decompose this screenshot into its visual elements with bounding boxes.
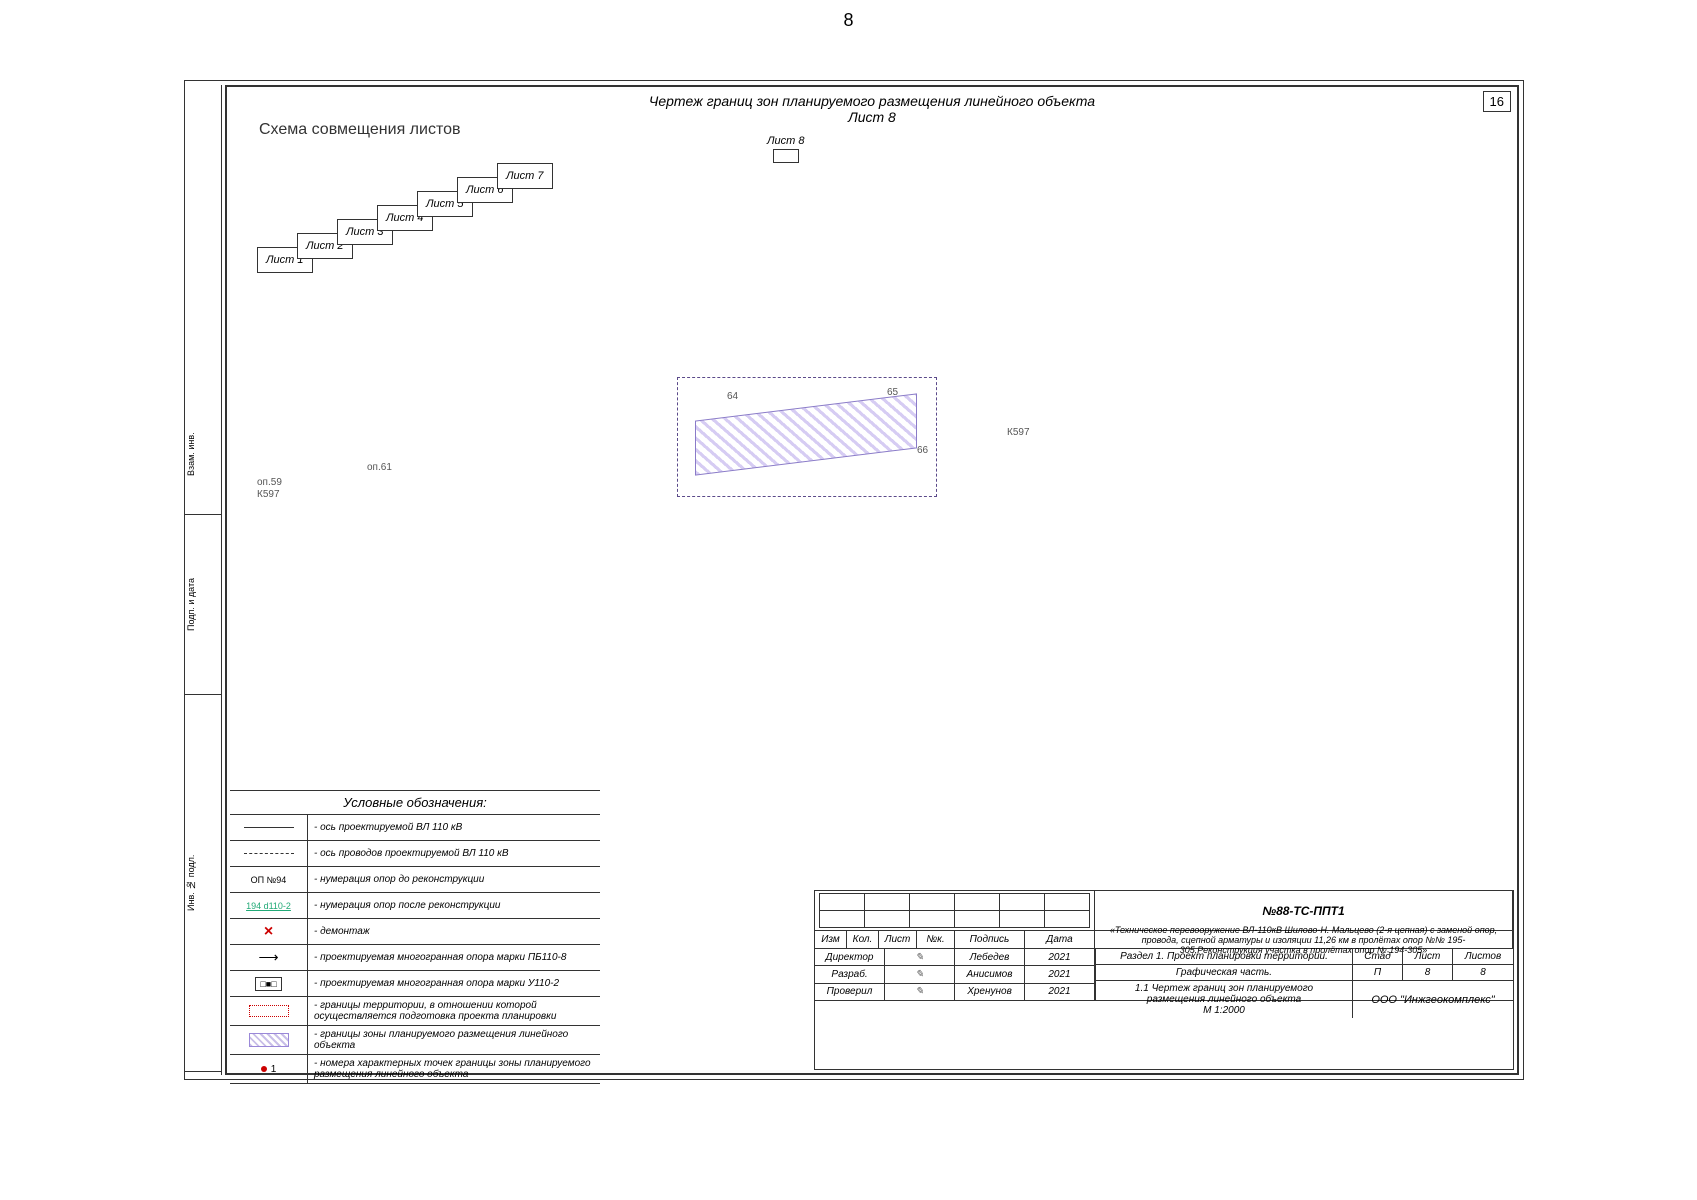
signature: ✎: [885, 984, 955, 1000]
role-year: 2021: [1025, 949, 1095, 965]
legend-rows: - ось проектируемой ВЛ 110 кВ- ось прово…: [230, 815, 600, 1084]
drawing-sheet: Взам. инв. Подп. и дата Инв. № подл. 16 …: [184, 80, 1524, 1080]
legend-row: □■□- проектируемая многогранная опора ма…: [230, 971, 600, 997]
rev-header: Изм: [815, 931, 847, 948]
legend-description: - ось проектируемой ВЛ 110 кВ: [308, 815, 600, 840]
signature: ✎: [885, 949, 955, 965]
support-label: К597: [257, 489, 280, 500]
object-description: «Техническое перевооружение ВЛ-110кВ Шил…: [1095, 931, 1513, 948]
scale: М 1:2000: [1203, 1005, 1245, 1016]
legend-row: ⟶- проектируемая многогранная опора марк…: [230, 945, 600, 971]
legend-symbol: [230, 815, 308, 840]
page-number: 8: [843, 10, 853, 31]
node-number: 65: [887, 387, 898, 398]
legend-symbol: 1: [230, 1055, 308, 1083]
rev-header: Подпись: [955, 931, 1025, 948]
legend-symbol: □■□: [230, 971, 308, 996]
legend-symbol: 194 d110-2: [230, 893, 308, 918]
legend-description: - номера характерных точек границы зоны …: [308, 1055, 600, 1083]
legend-symbol: [230, 1026, 308, 1054]
node-number: 66: [917, 445, 928, 456]
node-number: 64: [727, 391, 738, 402]
sheets-value: 8: [1453, 965, 1513, 980]
support-label: оп.61: [367, 462, 392, 473]
legend-row: - ось проектируемой ВЛ 110 кВ: [230, 815, 600, 841]
col-header: Листов: [1453, 949, 1513, 964]
drawing-title: Чертеж границ зон планируемого размещени…: [227, 93, 1517, 109]
legend-symbol: [230, 997, 308, 1025]
legend-title: Условные обозначения:: [230, 791, 600, 815]
drawing-name: размещения линейного объекта: [1147, 994, 1301, 1005]
legend-description: - проектируемая многогранная опора марки…: [308, 945, 600, 970]
rev-header: №к.: [917, 931, 955, 948]
section-title: Раздел 1. Проект планировки территории.: [1096, 949, 1353, 964]
chain-box: Лист 7: [497, 163, 553, 189]
section-sub: Графическая часть.: [1096, 965, 1353, 980]
col-header: Лист: [1403, 949, 1453, 964]
legend-row: 194 d110-2- нумерация опор после реконст…: [230, 893, 600, 919]
role-name: Лебедев: [955, 949, 1025, 965]
legend-description: - ось проводов проектируемой ВЛ 110 кВ: [308, 841, 600, 866]
side-tab: Взам. инв.: [184, 395, 222, 515]
legend-description: - границы территории, в отношении которо…: [308, 997, 600, 1025]
legend-row: 1- номера характерных точек границы зоны…: [230, 1055, 600, 1084]
legend-description: - проектируемая многогранная опора марки…: [308, 971, 600, 996]
support-label: оп.59: [257, 477, 282, 488]
plan-area: оп.59 К597 оп.61 64 65 66 К597: [247, 367, 1497, 567]
legend-symbol: ОП №94: [230, 867, 308, 892]
drawing-name: 1.1 Чертеж границ зон планируемого: [1135, 983, 1313, 994]
legend-symbol: ×: [230, 919, 308, 944]
signature: ✎: [885, 966, 955, 982]
title-block: №88-ТС-ППТ1 Изм Кол. Лист №к. Подпись Да…: [814, 890, 1514, 1070]
legend: Условные обозначения: - ось проектируемо…: [230, 790, 600, 1070]
legend-row: ОП №94- нумерация опор до реконструкции: [230, 867, 600, 893]
legend-description: - нумерация опор до реконструкции: [308, 867, 600, 892]
support-label: К597: [1007, 427, 1030, 438]
side-tab: Инв. № подл.: [184, 695, 222, 1072]
legend-row: - ось проводов проектируемой ВЛ 110 кВ: [230, 841, 600, 867]
role-label: Проверил: [815, 984, 885, 1000]
legend-symbol: ⟶: [230, 945, 308, 970]
rev-header: Кол.: [847, 931, 879, 948]
legend-symbol: [230, 841, 308, 866]
sheet-chain: Лист 1 Лист 2 Лист 3 Лист 4 Лист 5 Лист …: [257, 157, 577, 277]
role-label: Директор: [815, 949, 885, 965]
legend-description: - границы зоны планируемого размещения л…: [308, 1026, 600, 1054]
stage-value: П: [1353, 965, 1403, 980]
current-sheet-indicator: Лист 8: [767, 135, 805, 163]
side-tab: Подп. и дата: [184, 515, 222, 695]
rev-header: Дата: [1025, 931, 1095, 948]
role-name: Анисимов: [955, 966, 1025, 982]
legend-description: - нумерация опор после реконструкции: [308, 893, 600, 918]
legend-row: - границы зоны планируемого размещения л…: [230, 1026, 600, 1055]
company-name: ООО "Инжгеокомплекс": [1353, 981, 1513, 1018]
scheme-title: Схема совмещения листов: [259, 121, 461, 139]
legend-row: - границы территории, в отношении которо…: [230, 997, 600, 1026]
role-name: Хренунов: [955, 984, 1025, 1000]
role-year: 2021: [1025, 966, 1095, 982]
sheet-value: 8: [1403, 965, 1453, 980]
rev-header: Лист: [879, 931, 917, 948]
legend-row: ×- демонтаж: [230, 919, 600, 945]
legend-description: - демонтаж: [308, 919, 600, 944]
role-year: 2021: [1025, 984, 1095, 1000]
role-label: Разраб.: [815, 966, 885, 982]
inner-frame: 16 Чертеж границ зон планируемого размещ…: [225, 85, 1519, 1075]
col-header: Стад: [1353, 949, 1403, 964]
side-tabs: Взам. инв. Подп. и дата Инв. № подл.: [184, 85, 222, 1075]
